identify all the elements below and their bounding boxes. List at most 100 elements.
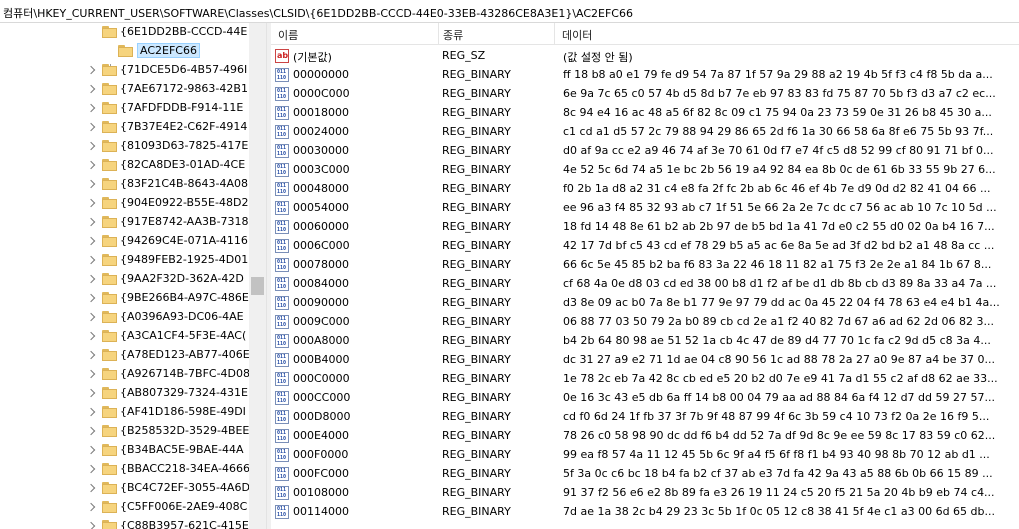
tree-item-label: {AB807329-7324-431E bbox=[120, 386, 248, 399]
folder-icon bbox=[102, 520, 117, 529]
value-row[interactable]: 000F0000 REG_BINARY 99 ea f8 57 4a 11 12 4… bbox=[271, 446, 1019, 465]
binary-value-icon bbox=[275, 448, 289, 462]
scrollbar-thumb[interactable] bbox=[251, 277, 264, 295]
chevron-right-icon[interactable] bbox=[87, 179, 97, 190]
value-row[interactable]: 00018000 REG_BINARY 8c 94 e4 16 ac 48 a5 6… bbox=[271, 104, 1019, 123]
value-row[interactable]: 0003C000 REG_BINARY 4e 52 5c 6d 74 a5 1e b… bbox=[271, 161, 1019, 180]
value-name: 00108000 bbox=[293, 486, 349, 499]
tree-item[interactable]: {B34BAC5E-9BAE-44A bbox=[0, 441, 249, 460]
value-row[interactable]: 00060000 REG_BINARY 18 fd 14 48 8e 61 b2 a… bbox=[271, 218, 1019, 237]
value-type: REG_BINARY bbox=[442, 353, 511, 366]
chevron-right-icon[interactable] bbox=[87, 160, 97, 171]
value-row[interactable]: 0000C000 REG_BINARY 6e 9a 7c 65 c0 57 4b d… bbox=[271, 85, 1019, 104]
value-row[interactable]: 0009C000 REG_BINARY 06 88 77 03 50 79 2a b… bbox=[271, 313, 1019, 332]
tree-item[interactable]: {AB807329-7324-431E bbox=[0, 384, 249, 403]
chevron-right-icon[interactable] bbox=[87, 502, 97, 513]
chevron-right-icon[interactable] bbox=[87, 198, 97, 209]
value-row[interactable]: 000FC000 REG_BINARY 5f 3a 0c c6 bc 18 b4 f… bbox=[271, 465, 1019, 484]
tree-item[interactable]: {82CA8DE3-01AD-4CE bbox=[0, 156, 249, 175]
tree-item[interactable]: {7B37E4E2-C62F-4914 bbox=[0, 118, 249, 137]
value-type: REG_BINARY bbox=[442, 87, 511, 100]
value-row[interactable]: 00048000 REG_BINARY f0 2b 1a d8 a2 31 c4 e… bbox=[271, 180, 1019, 199]
tree-item[interactable]: {C5FF006E-2AE9-408C bbox=[0, 498, 249, 517]
chevron-right-icon[interactable] bbox=[87, 217, 97, 228]
column-separator[interactable] bbox=[554, 23, 555, 45]
chevron-right-icon[interactable] bbox=[87, 274, 97, 285]
chevron-right-icon[interactable] bbox=[87, 426, 97, 437]
tree-item[interactable]: {9489FEB2-1925-4D01 bbox=[0, 251, 249, 270]
column-header-type[interactable]: 종류 bbox=[443, 27, 463, 43]
chevron-right-icon[interactable] bbox=[87, 103, 97, 114]
tree-item[interactable]: {A78ED123-AB77-406E bbox=[0, 346, 249, 365]
address-bar[interactable]: 컴퓨터\HKEY_CURRENT_USER\SOFTWARE\Classes\C… bbox=[0, 0, 1019, 23]
chevron-right-icon[interactable] bbox=[87, 255, 97, 266]
tree-item[interactable]: {917E8742-AA3B-7318 bbox=[0, 213, 249, 232]
chevron-right-icon[interactable] bbox=[87, 293, 97, 304]
value-row[interactable]: 00078000 REG_BINARY 66 6c 5e 45 85 b2 ba f… bbox=[271, 256, 1019, 275]
tree-item[interactable]: {7AFDFDDB-F914-11E bbox=[0, 99, 249, 118]
tree-item[interactable]: {71DCE5D6-4B57-496I bbox=[0, 61, 249, 80]
value-row[interactable]: 00114000 REG_BINARY 7d ae 1a 38 2c b4 29 2… bbox=[271, 503, 1019, 522]
chevron-right-icon[interactable] bbox=[87, 65, 97, 76]
value-row[interactable]: (기본값) REG_SZ (값 설정 안 됨) bbox=[271, 47, 1019, 66]
column-separator[interactable] bbox=[438, 23, 439, 45]
chevron-right-icon[interactable] bbox=[87, 369, 97, 380]
chevron-right-icon[interactable] bbox=[87, 84, 97, 95]
value-row[interactable]: 000A8000 REG_BINARY b4 2b 64 80 98 ae 51 5… bbox=[271, 332, 1019, 351]
chevron-right-icon[interactable] bbox=[87, 445, 97, 456]
tree-item[interactable]: {904E0922-B55E-48D2 bbox=[0, 194, 249, 213]
value-row[interactable]: 0006C000 REG_BINARY 42 17 7d bf c5 43 cd e… bbox=[271, 237, 1019, 256]
chevron-right-icon[interactable] bbox=[87, 388, 97, 399]
chevron-right-icon[interactable] bbox=[87, 407, 97, 418]
tree-item[interactable]: {A3CA1CF4-5F3E-4AC( bbox=[0, 327, 249, 346]
folder-icon bbox=[102, 349, 117, 361]
chevron-right-icon[interactable] bbox=[87, 331, 97, 342]
value-row[interactable]: 000C0000 REG_BINARY 1e 78 2c eb 7a 42 8c c… bbox=[271, 370, 1019, 389]
registry-values-list[interactable]: 이름 종류 데이터 (기본값) REG_SZ (값 설정 안 됨) 00000000 R… bbox=[271, 23, 1019, 529]
tree-item[interactable]: {BC4C72EF-3055-4A6D bbox=[0, 479, 249, 498]
value-type: REG_SZ bbox=[442, 49, 486, 62]
chevron-right-icon[interactable] bbox=[87, 521, 97, 529]
tree-item[interactable]: {A926714B-7BFC-4D08 bbox=[0, 365, 249, 384]
value-row[interactable]: 000B4000 REG_BINARY dc 31 27 a9 e2 71 1d a… bbox=[271, 351, 1019, 370]
value-row[interactable]: 00024000 REG_BINARY c1 cd a1 d5 57 2c 79 8… bbox=[271, 123, 1019, 142]
chevron-right-icon[interactable] bbox=[87, 350, 97, 361]
registry-tree-pane[interactable]: {6E1DD2BB-CCCD-44E AC2EFC66 {71DCE5D6-4B57… bbox=[0, 23, 249, 529]
chevron-right-icon[interactable] bbox=[87, 312, 97, 323]
value-row[interactable]: 00054000 REG_BINARY ee 96 a3 f4 85 32 93 a… bbox=[271, 199, 1019, 218]
tree-item-parent[interactable]: {6E1DD2BB-CCCD-44E bbox=[0, 23, 249, 42]
tree-item[interactable]: {AF41D186-598E-49DI bbox=[0, 403, 249, 422]
value-row[interactable]: 00000000 REG_BINARY ff 18 b8 a0 e1 79 fe d… bbox=[271, 66, 1019, 85]
value-row[interactable]: 00030000 REG_BINARY d0 af 9a cc e2 a9 46 7… bbox=[271, 142, 1019, 161]
binary-value-icon bbox=[275, 315, 289, 329]
tree-item[interactable]: {C88B3957-621C-415E bbox=[0, 517, 249, 529]
chevron-right-icon[interactable] bbox=[87, 483, 97, 494]
value-name: 0000C000 bbox=[293, 87, 350, 100]
folder-body bbox=[102, 256, 117, 266]
value-row[interactable]: 00108000 REG_BINARY 91 37 f2 56 e6 e2 8b 8… bbox=[271, 484, 1019, 503]
value-row[interactable]: 00090000 REG_BINARY d3 8e 09 ac b0 7a 8e b… bbox=[271, 294, 1019, 313]
tree-item[interactable]: {BBACC218-34EA-4666 bbox=[0, 460, 249, 479]
column-header-data[interactable]: 데이터 bbox=[562, 27, 592, 43]
value-name: 000C0000 bbox=[293, 372, 350, 385]
tree-item[interactable]: {7AE67172-9863-42B1 bbox=[0, 80, 249, 99]
tree-item[interactable]: {B258532D-3529-4BEE bbox=[0, 422, 249, 441]
value-row[interactable]: 000D8000 REG_BINARY cd f0 6d 24 1f fb 37 3… bbox=[271, 408, 1019, 427]
tree-item[interactable]: {A0396A93-DC06-4AE bbox=[0, 308, 249, 327]
tree-vertical-scrollbar[interactable] bbox=[249, 23, 266, 529]
tree-item[interactable]: {81093D63-7825-417E bbox=[0, 137, 249, 156]
value-row[interactable]: 000E4000 REG_BINARY 78 26 c0 58 98 90 dc d… bbox=[271, 427, 1019, 446]
column-header-name[interactable]: 이름 bbox=[278, 27, 298, 43]
chevron-right-icon[interactable] bbox=[87, 236, 97, 247]
value-row[interactable]: 000CC000 REG_BINARY 0e 16 3c 43 e5 db 6a f… bbox=[271, 389, 1019, 408]
value-row[interactable]: 00084000 REG_BINARY cf 68 4a 0e d8 03 cd e… bbox=[271, 275, 1019, 294]
tree-item[interactable]: {9BE266B4-A97C-486E bbox=[0, 289, 249, 308]
chevron-right-icon[interactable] bbox=[87, 464, 97, 475]
chevron-right-icon[interactable] bbox=[87, 141, 97, 152]
chevron-right-icon[interactable] bbox=[87, 122, 97, 133]
tree-item[interactable]: {94269C4E-071A-4116 bbox=[0, 232, 249, 251]
tree-item[interactable]: {83F21C4B-8643-4A08 bbox=[0, 175, 249, 194]
tree-item[interactable]: {9AA2F32D-362A-42D bbox=[0, 270, 249, 289]
tree-item-selected[interactable]: AC2EFC66 bbox=[0, 42, 249, 61]
folder-body bbox=[102, 218, 117, 228]
